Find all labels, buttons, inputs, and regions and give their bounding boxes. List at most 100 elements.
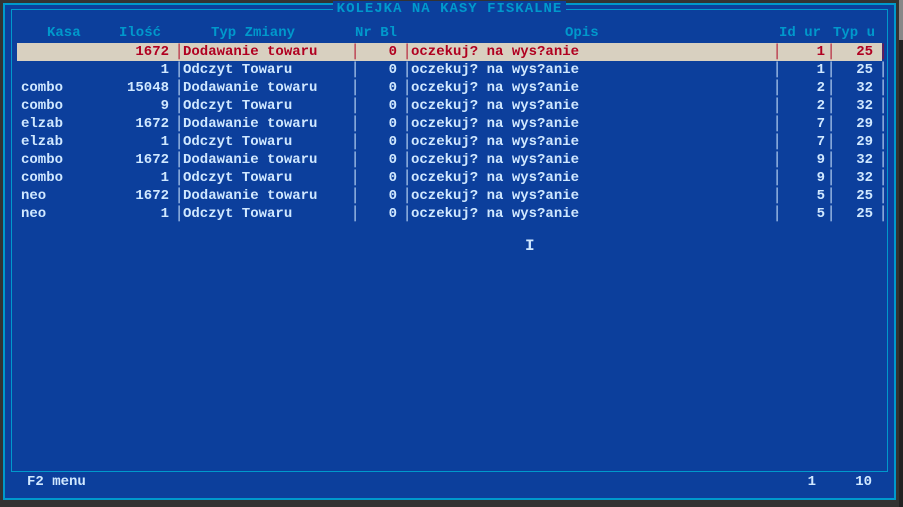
footer-pos: 1 <box>808 474 816 490</box>
scrollbar-thumb[interactable] <box>899 0 903 40</box>
cell-opis: oczekuj? na wys?anie <box>411 187 701 205</box>
menu-hint[interactable]: F2 menu <box>27 474 86 490</box>
col-nr: Nr Bl <box>355 25 397 41</box>
col-typu: Typ u <box>833 25 875 41</box>
cell-opis: oczekuj? na wys?anie <box>411 115 701 133</box>
cell-nr: 0 <box>357 79 401 97</box>
cell-ilosc: 1672 <box>101 187 173 205</box>
col-ilosc: Ilość <box>119 25 161 41</box>
cell-id: 5 <box>779 187 825 205</box>
cell-typu: 25 <box>833 205 877 223</box>
cell-nr: 0 <box>357 115 401 133</box>
cell-kasa: combo <box>21 97 101 115</box>
cell-typu: 32 <box>833 97 877 115</box>
cell-kasa: neo <box>21 205 101 223</box>
cell-opis: oczekuj? na wys?anie <box>411 151 701 169</box>
cell-typu: 25 <box>833 187 877 205</box>
col-sep-icon: │ <box>879 79 887 97</box>
cell-ilosc: 1 <box>101 133 173 151</box>
cell-typ: Dodawanie towaru <box>183 115 351 133</box>
cell-typu: 29 <box>833 115 877 133</box>
cell-nr: 0 <box>357 187 401 205</box>
cell-ilosc: 1672 <box>101 115 173 133</box>
cell-typ: Odczyt Towaru <box>183 169 351 187</box>
col-typ: Typ Zmiany <box>211 25 295 41</box>
cell-id: 7 <box>779 115 825 133</box>
table-row[interactable]: combo15048│Dodawanie towaru│0│oczekuj? n… <box>17 79 882 97</box>
table-row[interactable]: elzab1672│Dodawanie towaru│0│oczekuj? na… <box>17 115 882 133</box>
table-row[interactable]: neo1672│Dodawanie towaru│0│oczekuj? na w… <box>17 187 882 205</box>
cell-kasa: neo <box>21 187 101 205</box>
cell-nr: 0 <box>357 61 401 79</box>
cell-ilosc: 1672 <box>101 43 173 61</box>
col-sep-icon: │ <box>879 205 887 223</box>
cell-ilosc: 9 <box>101 97 173 115</box>
cell-ilosc: 1 <box>101 61 173 79</box>
col-sep-icon: │ <box>879 151 887 169</box>
footer-bar: F2 menu 1 10 <box>23 474 876 492</box>
cell-typu: 32 <box>833 79 877 97</box>
cell-id: 1 <box>779 43 825 61</box>
cell-typ: Odczyt Towaru <box>183 61 351 79</box>
col-sep-icon: │ <box>879 43 887 61</box>
cell-typ: Dodawanie towaru <box>183 43 351 61</box>
cell-typ: Dodawanie towaru <box>183 187 351 205</box>
cell-opis: oczekuj? na wys?anie <box>411 79 701 97</box>
cell-nr: 0 <box>357 169 401 187</box>
scrollbar[interactable] <box>899 0 903 507</box>
cell-typ: Dodawanie towaru <box>183 79 351 97</box>
cell-typ: Odczyt Towaru <box>183 97 351 115</box>
footer-total: 10 <box>855 474 872 490</box>
cell-nr: 0 <box>357 205 401 223</box>
cell-id: 9 <box>779 151 825 169</box>
col-sep-icon: │ <box>879 115 887 133</box>
cell-nr: 0 <box>357 133 401 151</box>
cell-ilosc: 15048 <box>101 79 173 97</box>
cell-id: 7 <box>779 133 825 151</box>
cell-ilosc: 1 <box>101 205 173 223</box>
table-row[interactable]: combo1│Odczyt Towaru│0│oczekuj? na wys?a… <box>17 169 882 187</box>
table-row[interactable]: 1│Odczyt Towaru│0│oczekuj? na wys?anie│1… <box>17 61 882 79</box>
column-headers: Kasa Ilość Typ Zmiany Nr Bl Opis Id ur T… <box>17 25 882 43</box>
cell-kasa: elzab <box>21 115 101 133</box>
cell-opis: oczekuj? na wys?anie <box>411 97 701 115</box>
col-sep-icon: │ <box>879 187 887 205</box>
cell-id: 2 <box>779 79 825 97</box>
col-sep-icon: │ <box>879 169 887 187</box>
cell-opis: oczekuj? na wys?anie <box>411 43 701 61</box>
cell-ilosc: 1 <box>101 169 173 187</box>
col-sep-icon: │ <box>879 97 887 115</box>
cell-typu: 25 <box>833 61 877 79</box>
cell-id: 9 <box>779 169 825 187</box>
window-title: KOLEJKA NA KASY FISKALNE <box>12 1 887 17</box>
cell-kasa: combo <box>21 79 101 97</box>
table-row[interactable]: combo1672│Dodawanie towaru│0│oczekuj? na… <box>17 151 882 169</box>
table-row[interactable]: neo1│Odczyt Towaru│0│oczekuj? na wys?ani… <box>17 205 882 223</box>
cell-opis: oczekuj? na wys?anie <box>411 169 701 187</box>
cell-typ: Odczyt Towaru <box>183 133 351 151</box>
table-row[interactable]: 1672│Dodawanie towaru│0│oczekuj? na wys?… <box>17 43 882 61</box>
table-row[interactable]: combo9│Odczyt Towaru│0│oczekuj? na wys?a… <box>17 97 882 115</box>
cell-typ: Odczyt Towaru <box>183 205 351 223</box>
cell-typu: 32 <box>833 151 877 169</box>
cell-nr: 0 <box>357 43 401 61</box>
table-body[interactable]: 1672│Dodawanie towaru│0│oczekuj? na wys?… <box>17 43 882 223</box>
cell-opis: oczekuj? na wys?anie <box>411 205 701 223</box>
col-sep-icon: │ <box>879 133 887 151</box>
cell-kasa: combo <box>21 169 101 187</box>
cell-ilosc: 1672 <box>101 151 173 169</box>
cell-id: 5 <box>779 205 825 223</box>
col-sep-icon: │ <box>879 61 887 79</box>
cell-typu: 32 <box>833 169 877 187</box>
cell-nr: 0 <box>357 97 401 115</box>
cell-id: 1 <box>779 61 825 79</box>
cell-typu: 29 <box>833 133 877 151</box>
cell-typ: Dodawanie towaru <box>183 151 351 169</box>
app-screen: KOLEJKA NA KASY FISKALNE Kasa Ilość Typ … <box>3 3 896 500</box>
table-row[interactable]: elzab1│Odczyt Towaru│0│oczekuj? na wys?a… <box>17 133 882 151</box>
cell-opis: oczekuj? na wys?anie <box>411 61 701 79</box>
col-kasa: Kasa <box>47 25 81 41</box>
cell-id: 2 <box>779 97 825 115</box>
col-opis: Opis <box>565 25 599 41</box>
cell-kasa: combo <box>21 151 101 169</box>
